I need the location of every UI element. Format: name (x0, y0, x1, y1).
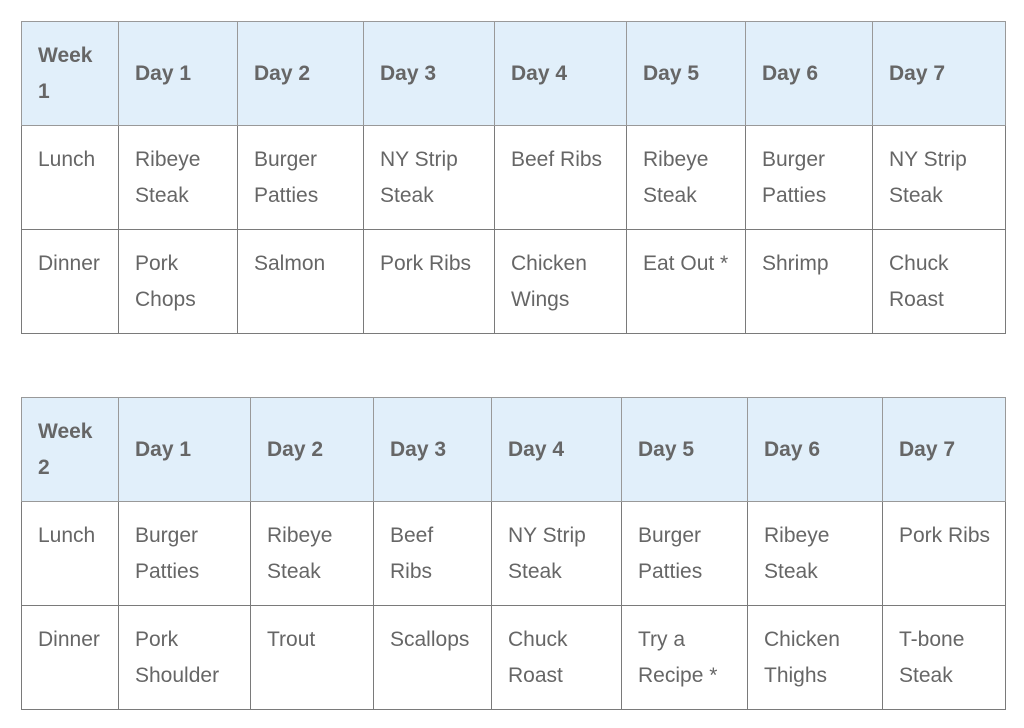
meal-cell: Pork Shoulder (118, 605, 251, 710)
table-row-lunch: Lunch Ribeye Steak Burger Patties NY Str… (21, 125, 1006, 230)
meal-cell: Salmon (237, 229, 364, 334)
meal-cell: Pork Chops (118, 229, 238, 334)
week-2-meal-table: Week 2 Day 1 Day 2 Day 3 Day 4 Day 5 Day… (21, 397, 1006, 710)
meal-cell: Burger Patties (745, 125, 873, 230)
meal-cell: T-bone Steak (882, 605, 1006, 710)
meal-label: Lunch (21, 501, 119, 606)
meal-cell: NY Strip Steak (491, 501, 622, 606)
day-header: Day 1 (118, 397, 251, 502)
meal-label: Dinner (21, 605, 119, 710)
day-header: Day 5 (626, 21, 746, 126)
week-header: Week 2 (21, 397, 119, 502)
meal-cell: Pork Ribs (363, 229, 495, 334)
meal-cell: Beef Ribs (494, 125, 627, 230)
day-header: Day 6 (747, 397, 883, 502)
meal-cell: Try a Recipe * (621, 605, 748, 710)
meal-label: Dinner (21, 229, 119, 334)
day-header: Day 4 (491, 397, 622, 502)
day-header: Day 2 (237, 21, 364, 126)
week-header: Week 1 (21, 21, 119, 126)
meal-cell: Chicken Thighs (747, 605, 883, 710)
meal-cell: Shrimp (745, 229, 873, 334)
meal-cell: Beef Ribs (373, 501, 492, 606)
table-header-row: Week 1 Day 1 Day 2 Day 3 Day 4 Day 5 Day… (21, 21, 1006, 126)
table-header-row: Week 2 Day 1 Day 2 Day 3 Day 4 Day 5 Day… (21, 397, 1006, 502)
day-header: Day 6 (745, 21, 873, 126)
table-row-lunch: Lunch Burger Patties Ribeye Steak Beef R… (21, 501, 1006, 606)
meal-cell: Eat Out * (626, 229, 746, 334)
week-1-meal-table: Week 1 Day 1 Day 2 Day 3 Day 4 Day 5 Day… (21, 21, 1006, 334)
day-header: Day 3 (363, 21, 495, 126)
meal-cell: Ribeye Steak (118, 125, 238, 230)
meal-cell: NY Strip Steak (363, 125, 495, 230)
day-header: Day 7 (872, 21, 1006, 126)
meal-cell: Trout (250, 605, 374, 710)
meal-label: Lunch (21, 125, 119, 230)
meal-cell: Pork Ribs (882, 501, 1006, 606)
meal-cell: Ribeye Steak (747, 501, 883, 606)
table-row-dinner: Dinner Pork Chops Salmon Pork Ribs Chick… (21, 229, 1006, 334)
meal-cell: Ribeye Steak (250, 501, 374, 606)
day-header: Day 5 (621, 397, 748, 502)
meal-cell: Chicken Wings (494, 229, 627, 334)
day-header: Day 2 (250, 397, 374, 502)
meal-cell: Burger Patties (621, 501, 748, 606)
day-header: Day 7 (882, 397, 1006, 502)
meal-cell: Burger Patties (237, 125, 364, 230)
day-header: Day 1 (118, 21, 238, 126)
meal-cell: Ribeye Steak (626, 125, 746, 230)
table-row-dinner: Dinner Pork Shoulder Trout Scallops Chuc… (21, 605, 1006, 710)
meal-cell: Chuck Roast (491, 605, 622, 710)
meal-cell: Scallops (373, 605, 492, 710)
meal-cell: Burger Patties (118, 501, 251, 606)
day-header: Day 4 (494, 21, 627, 126)
meal-cell: Chuck Roast (872, 229, 1006, 334)
meal-cell: NY Strip Steak (872, 125, 1006, 230)
day-header: Day 3 (373, 397, 492, 502)
